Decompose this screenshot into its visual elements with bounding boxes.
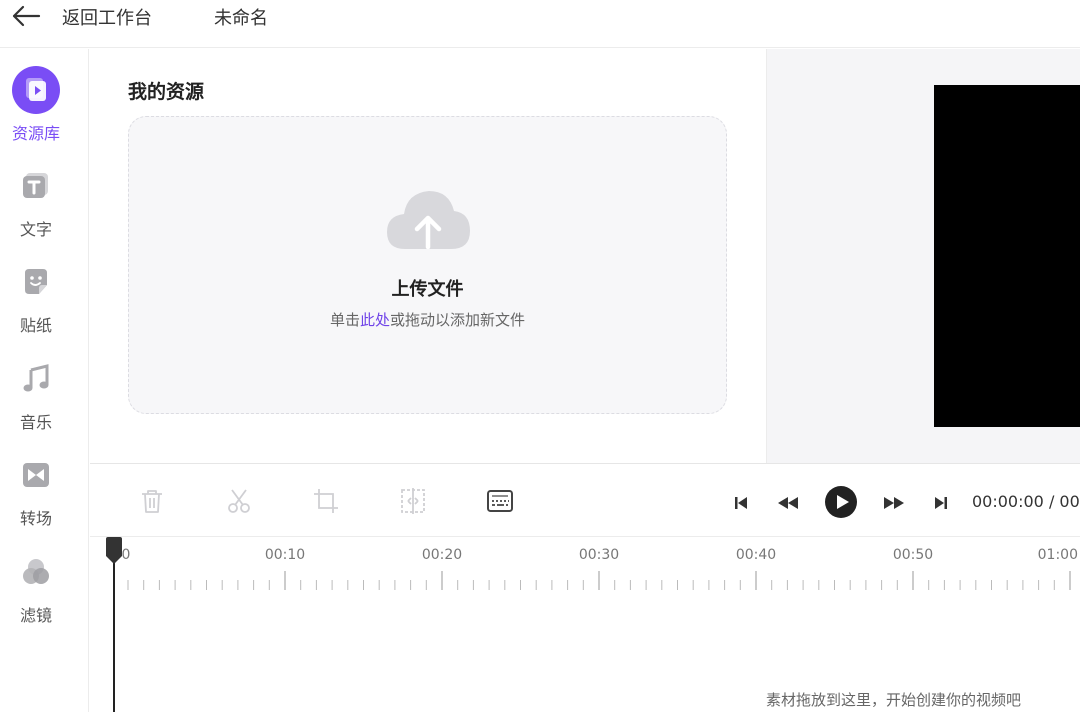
upload-hint-prefix: 单击 [329,311,360,329]
play-icon[interactable] [824,485,858,519]
project-title[interactable]: 未命名 [214,4,268,30]
text-icon [23,173,48,198]
top-bar: 返回工作台 未命名 [0,0,1080,48]
upload-hint: 单击此处或拖动以添加新文件 [129,309,726,330]
upload-title: 上传文件 [391,279,464,300]
filter-icon [23,559,49,584]
music-icon [23,364,49,392]
upload-dropzone[interactable]: 上传文件 单击此处或拖动以添加新文件 [128,116,727,414]
back-arrow-icon[interactable] [10,4,42,28]
ruler-tick-label: 01:00 [1037,547,1078,563]
preview-area [766,49,1080,463]
ruler-tick-label: 00:10 [264,547,306,563]
split-icon[interactable] [398,486,428,516]
cut-icon[interactable] [224,486,254,516]
editing-toolbar: 00:00:00 / 00:0 [90,463,1080,537]
ruler-tick-label: 00:40 [735,547,777,563]
preview-canvas[interactable] [934,85,1080,427]
sidebar: 资源库 文字 贴纸 音乐 转场 滤镜 [0,49,89,712]
resources-panel: 我的资源 上传文件 单击此处或拖动以添加新文件 [90,49,766,463]
ruler-tick-label: 0 [121,547,131,563]
ruler-tick-label: 00:20 [421,547,463,563]
sidebar-item-text[interactable]: 文字 [0,171,89,251]
back-to-workbench-link[interactable]: 返回工作台 [62,4,152,30]
sidebar-label-library: 资源库 [11,124,60,143]
delete-icon[interactable] [137,486,167,516]
sidebar-item-sticker[interactable]: 贴纸 [0,267,89,347]
playhead-line [113,557,115,712]
sidebar-item-transition[interactable]: 转场 [0,460,89,540]
sidebar-item-music[interactable]: 音乐 [0,364,89,444]
library-icon [12,66,60,114]
timeline-ruler [127,571,1071,590]
ruler-tick-label: 00:50 [892,547,934,563]
skip-end-icon[interactable] [933,495,949,511]
cloud-upload-icon [387,191,470,250]
transition-icon [23,463,49,487]
timeline[interactable]: 0 00:10 00:20 00:30 00:40 00:50 01:00 素材拖放到这里，… [90,537,1080,712]
resources-title: 我的资源 [128,81,205,103]
sidebar-item-filter[interactable]: 滤镜 [0,557,89,637]
playhead-handle[interactable] [106,537,122,565]
sidebar-label-music: 音乐 [19,413,52,432]
sidebar-label-filter: 滤镜 [19,606,52,625]
skip-start-icon[interactable] [733,495,749,511]
sidebar-item-library[interactable]: 资源库 [0,65,89,145]
upload-click-here-link[interactable]: 此处 [360,311,390,329]
sidebar-label-text: 文字 [19,220,52,239]
sidebar-label-transition: 转场 [19,509,52,528]
time-readout: 00:00:00 / 00:0 [972,492,1080,511]
sidebar-label-sticker: 贴纸 [19,316,52,335]
rewind-icon[interactable] [776,495,800,511]
timeline-drop-hint: 素材拖放到这里，开始创建你的视频吧 [766,691,1022,709]
crop-icon[interactable] [311,486,341,516]
sticker-icon [25,269,47,294]
upload-hint-suffix: 或拖动以添加新文件 [390,311,526,329]
subtitle-icon[interactable] [485,486,515,516]
ruler-tick-label: 00:30 [578,547,620,563]
fast-forward-icon[interactable] [882,495,906,511]
